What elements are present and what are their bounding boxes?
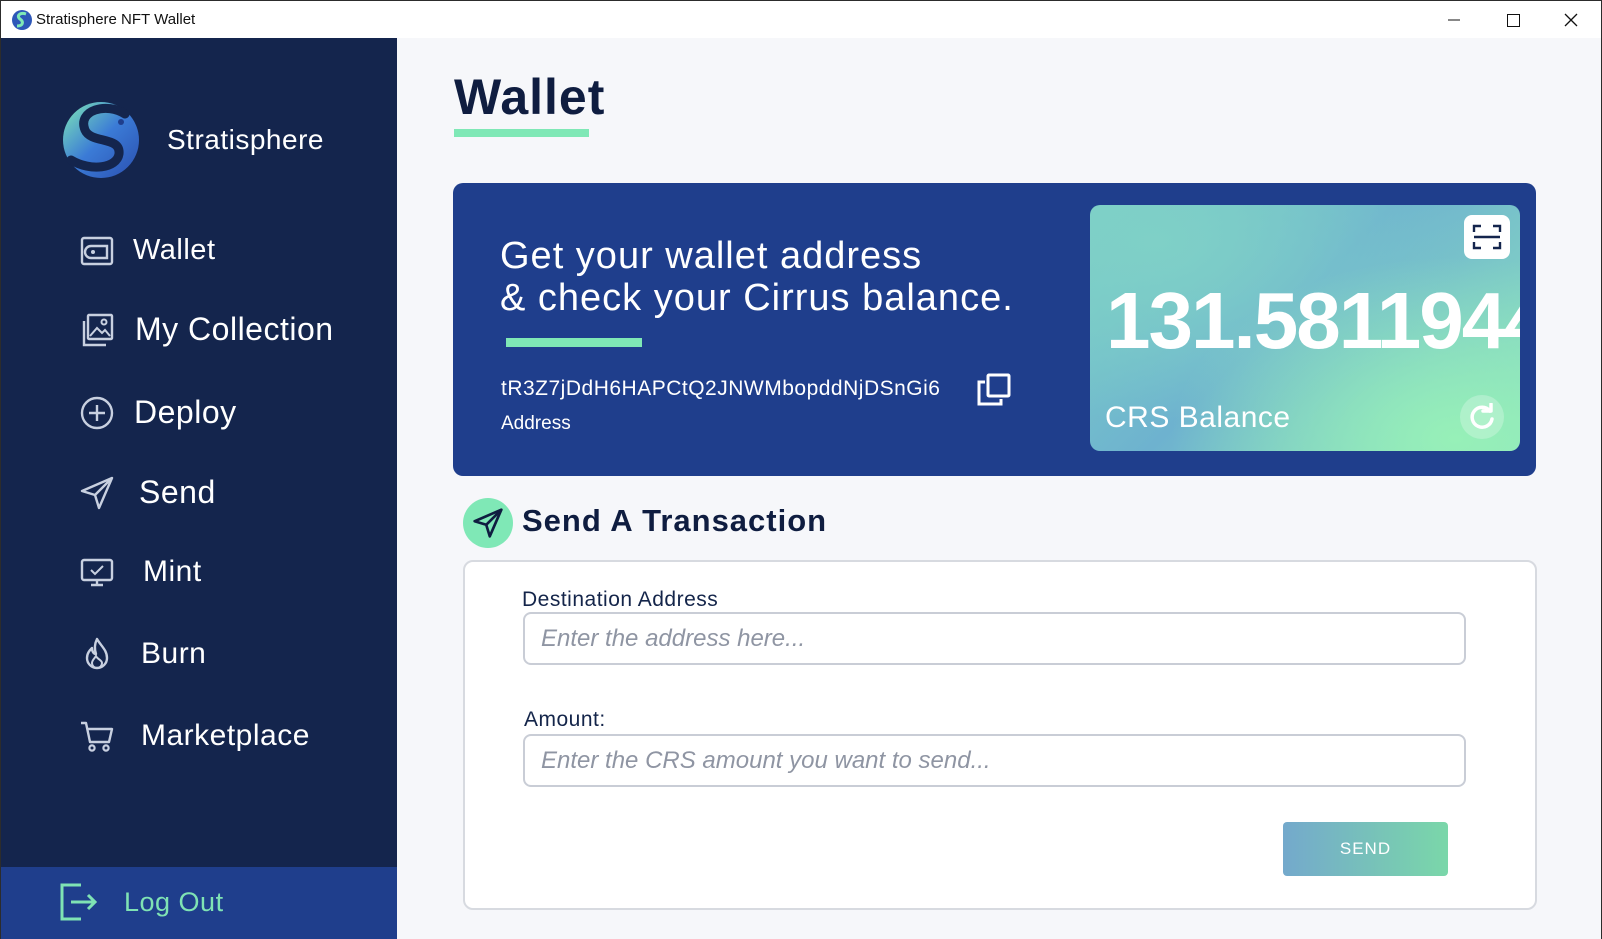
- sidebar-item-label: My Collection: [135, 311, 334, 347]
- sidebar-item-label: Mint: [143, 555, 202, 588]
- maximize-button[interactable]: [1484, 1, 1542, 39]
- sidebar-item-label: Wallet: [133, 233, 216, 266]
- destination-address-label: Destination Address: [522, 588, 719, 611]
- window-title: Stratisphere NFT Wallet: [36, 11, 196, 28]
- scan-button[interactable]: [1464, 215, 1510, 259]
- brand-name: Stratisphere: [167, 124, 324, 155]
- close-icon: [1564, 13, 1578, 27]
- sidebar-item-label: Burn: [141, 637, 207, 670]
- gallery-icon: [82, 313, 114, 346]
- balance-value: 131.5811944: [1106, 276, 1520, 365]
- sidebar-item-marketplace[interactable]: Marketplace: [79, 718, 310, 754]
- wallet-icon: [80, 236, 114, 266]
- address-label: Address: [501, 413, 571, 434]
- send-icon: [473, 508, 503, 538]
- close-button[interactable]: [1542, 1, 1600, 39]
- maximize-icon: [1506, 13, 1520, 27]
- sidebar-item-deploy[interactable]: Deploy: [79, 394, 237, 431]
- hero-heading-line-2: & check your Cirrus balance.: [500, 277, 1014, 319]
- page-title: Wallet: [454, 69, 606, 125]
- refresh-balance-button[interactable]: [1460, 395, 1504, 439]
- cart-icon: [81, 721, 114, 752]
- brand-logo[interactable]: Stratisphere: [59, 96, 323, 180]
- destination-address-input[interactable]: [523, 612, 1466, 665]
- logout-button[interactable]: Log Out: [1, 867, 398, 939]
- flame-icon: [85, 637, 109, 670]
- amount-input[interactable]: [523, 734, 1466, 787]
- minimize-icon: [1448, 19, 1460, 21]
- sidebar-item-my-collection[interactable]: My Collection: [79, 311, 334, 348]
- balance-card: 131.5811944 CRS Balance: [1090, 205, 1520, 451]
- hero-heading-line-1: Get your wallet address: [500, 235, 923, 277]
- sidebar-item-label: Marketplace: [141, 719, 310, 752]
- send-transaction-heading: Send A Transaction: [522, 503, 828, 538]
- sidebar-item-wallet[interactable]: Wallet: [79, 232, 216, 268]
- plus-circle-icon: [80, 396, 114, 429]
- sidebar-item-mint[interactable]: Mint: [79, 554, 202, 590]
- send-transaction-form: Destination Address Amount: SEND: [463, 560, 1537, 910]
- sidebar-item-label: Deploy: [134, 394, 237, 430]
- window-titlebar: Stratisphere NFT Wallet: [0, 0, 1602, 38]
- title-underline: [454, 129, 589, 137]
- hero-heading: Get your wallet address & check your Cir…: [500, 235, 1014, 319]
- main-content: Wallet Get your wallet address & check y…: [397, 38, 1602, 939]
- app-logo-icon: [12, 10, 32, 30]
- sidebar: Stratisphere Wallet My Collection Deploy: [0, 38, 398, 939]
- wallet-summary-card: Get your wallet address & check your Cir…: [453, 183, 1536, 476]
- minimize-button[interactable]: [1425, 1, 1483, 39]
- balance-label: CRS Balance: [1105, 401, 1291, 434]
- copy-icon[interactable]: [976, 373, 1012, 407]
- logout-label: Log Out: [124, 887, 224, 917]
- send-button[interactable]: SEND: [1283, 822, 1448, 876]
- send-icon: [80, 476, 114, 509]
- monitor-icon: [80, 558, 114, 587]
- send-section-icon-badge: [463, 498, 513, 548]
- refresh-icon: [1470, 403, 1494, 429]
- wallet-address: tR3Z7jDdH6HAPCtQ2JNWMbopddNjDSnGi6: [501, 377, 941, 400]
- sidebar-item-send[interactable]: Send: [79, 474, 216, 511]
- amount-label: Amount:: [524, 708, 606, 731]
- logout-icon: [60, 883, 98, 921]
- scan-icon: [1472, 224, 1502, 250]
- stratisphere-logo-icon: [63, 102, 139, 178]
- sidebar-item-label: Send: [139, 474, 216, 510]
- sidebar-item-burn[interactable]: Burn: [79, 636, 206, 672]
- hero-underline: [506, 338, 642, 347]
